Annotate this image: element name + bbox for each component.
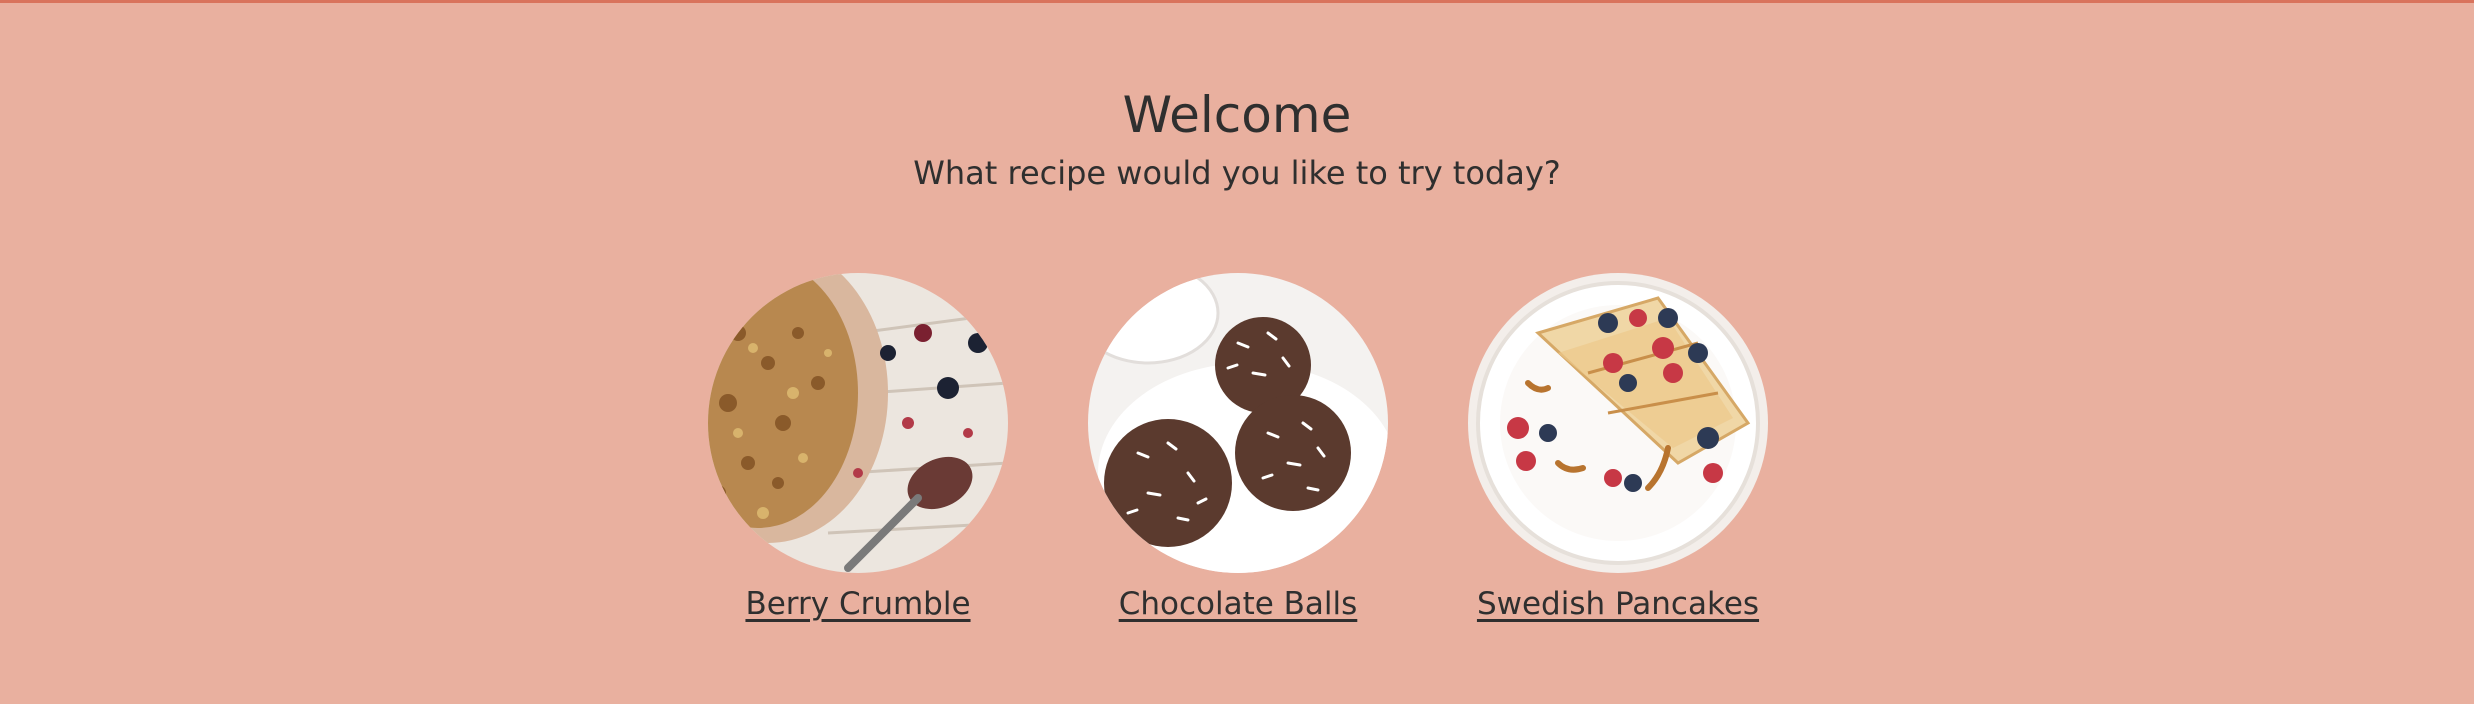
recipe-card-swedish-pancakes[interactable]: Swedish Pancakes <box>1468 273 1768 625</box>
recipe-label-chocolate-balls[interactable]: Chocolate Balls <box>1068 583 1408 625</box>
hero-section: Welcome What recipe would you like to tr… <box>0 0 2474 704</box>
page-subtitle: What recipe would you like to try today? <box>913 154 1561 192</box>
recipe-card-chocolate-balls[interactable]: Chocolate Balls <box>1088 273 1388 625</box>
recipe-card-berry-crumble[interactable]: Berry Crumble <box>708 273 1008 625</box>
chocolate-balls-image[interactable] <box>1088 273 1388 573</box>
recipe-label-swedish-pancakes[interactable]: Swedish Pancakes <box>1448 583 1788 625</box>
recipe-label-berry-crumble[interactable]: Berry Crumble <box>688 583 1028 625</box>
berry-crumble-image[interactable] <box>708 273 1008 573</box>
swedish-pancakes-image[interactable] <box>1468 273 1768 573</box>
page-title: Welcome <box>1122 86 1352 144</box>
